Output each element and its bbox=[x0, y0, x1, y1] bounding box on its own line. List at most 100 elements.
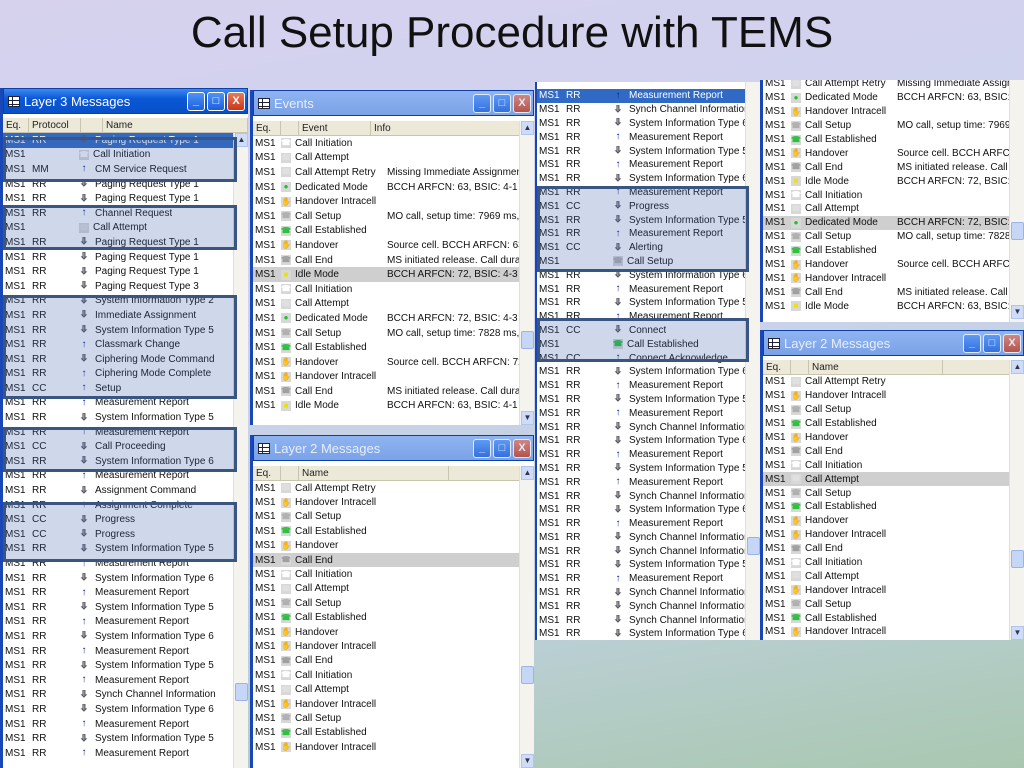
table-row[interactable]: MS1 RR ⇩ System Information Type 6 bbox=[3, 454, 248, 469]
table-row[interactable]: MS1 ☎ Call End MS initiated release. Call d… bbox=[763, 160, 1024, 174]
table-row[interactable]: MS1 RR ⇩ System Information Type 5 bbox=[537, 558, 760, 572]
table-row[interactable]: MS1 RR ↑ Measurement Report bbox=[537, 130, 760, 144]
table-row[interactable]: MS1 RR ↑ Measurement Report bbox=[3, 717, 248, 732]
table-row[interactable]: MS1 ☎ Call Attempt bbox=[763, 202, 1024, 216]
scroll-up-icon[interactable]: ▲ bbox=[235, 133, 248, 147]
scroll-up-icon[interactable]: ▲ bbox=[521, 466, 534, 480]
table-row[interactable]: MS1 ☎ Call Established bbox=[763, 611, 1024, 625]
table-row[interactable]: MS1 ☎ Call Attempt Retry bbox=[763, 375, 1024, 389]
table-row[interactable]: MS1 ☎ Call Initiation bbox=[763, 188, 1024, 202]
table-row[interactable]: MS1 ☎ Call Initiation bbox=[253, 136, 534, 151]
events-title-bar[interactable]: Events _ □ X bbox=[253, 90, 534, 116]
table-row[interactable]: MS1 RR ⇩ Synch Channel Information bbox=[3, 688, 248, 703]
table-row[interactable]: MS1 ✋ Handover bbox=[763, 514, 1024, 528]
table-row[interactable]: MS1 ☎ Call Established bbox=[537, 337, 760, 351]
header-event[interactable]: Event bbox=[299, 121, 371, 135]
table-row[interactable]: MS1 RR ⇩ Synch Channel Information bbox=[537, 531, 760, 545]
table-row[interactable]: MS1 ☎ Call Established bbox=[763, 133, 1024, 147]
header-eq[interactable]: Eq. bbox=[253, 466, 281, 480]
table-row[interactable]: MS1 ■ Idle Mode BCCH ARFCN: 63, BSIC: 4-1 bbox=[763, 299, 1024, 313]
table-row[interactable]: MS1 CC ⇩ Progress bbox=[3, 527, 248, 542]
table-row[interactable]: MS1 RR ↑ Measurement Report bbox=[3, 469, 248, 484]
table-row[interactable]: MS1 ■ Idle Mode BCCH ARFCN: 63, BSIC: 4-1 bbox=[253, 399, 534, 414]
table-row[interactable]: MS1 RR ↑ Measurement Report bbox=[537, 572, 760, 586]
table-row[interactable]: MS1 ☎ Call Established bbox=[763, 244, 1024, 258]
table-row[interactable]: MS1 ✋ Handover bbox=[253, 625, 534, 639]
table-row[interactable]: MS1 RR ⇩ Ciphering Mode Command bbox=[3, 352, 248, 367]
table-row[interactable]: MS1 RR ⇩ Paging Request Type 1 bbox=[3, 235, 248, 250]
table-row[interactable]: MS1 RR ↑ Classmark Change bbox=[3, 337, 248, 352]
table-row[interactable]: MS1 ☎ Call Attempt bbox=[3, 221, 248, 236]
table-row[interactable]: MS1 RR ⇩ Synch Channel Information bbox=[537, 420, 760, 434]
table-row[interactable]: MS1 ✋ Handover Intracell bbox=[253, 740, 534, 754]
maximize-button[interactable]: □ bbox=[207, 91, 225, 111]
table-row[interactable]: MS1 ☎ Call Attempt bbox=[253, 582, 534, 596]
table-row[interactable]: MS1 ☎ Call Attempt bbox=[763, 569, 1024, 583]
table-row[interactable]: MS1 ☎ Call Attempt Retry bbox=[253, 481, 534, 495]
table-row[interactable]: MS1 RR ↑ Measurement Report bbox=[537, 475, 760, 489]
table-row[interactable]: MS1 RR ⇩ Paging Request Type 1 bbox=[3, 133, 248, 148]
table-row[interactable]: MS1 ☎ Call Attempt bbox=[763, 472, 1024, 487]
header-eq[interactable]: Eq. bbox=[3, 118, 29, 132]
table-row[interactable]: MS1 RR ↑ Measurement Report bbox=[537, 310, 760, 324]
table-row[interactable]: MS1 ☎ Call Established bbox=[253, 224, 534, 239]
scroll-up-icon[interactable]: ▲ bbox=[521, 121, 534, 135]
table-row[interactable]: MS1 RR ⇩ System Information Type 2 bbox=[3, 294, 248, 309]
maximize-button[interactable]: □ bbox=[493, 93, 511, 113]
table-row[interactable]: MS1 ✋ Handover Intracell bbox=[253, 639, 534, 653]
table-row[interactable]: MS1 RR ⇩ System Information Type 5 bbox=[3, 542, 248, 557]
table-row[interactable]: MS1 ☎ Call Setup bbox=[537, 255, 760, 269]
header-name[interactable]: Name bbox=[103, 118, 248, 132]
header-eq[interactable]: Eq. bbox=[253, 121, 281, 135]
table-row[interactable]: MS1 RR ⇩ System Information Type 6 bbox=[3, 702, 248, 717]
table-row[interactable]: MS1 RR ↑ Measurement Report bbox=[3, 396, 248, 411]
table-row[interactable]: MS1 RR ⇩ System Information Type 6 bbox=[3, 629, 248, 644]
table-row[interactable]: MS1 ☎ Call Setup bbox=[763, 403, 1024, 417]
scrollbar[interactable]: ▼ bbox=[1009, 80, 1024, 322]
scroll-thumb[interactable] bbox=[1011, 222, 1024, 240]
table-row[interactable]: MS1 RR ⇩ System Information Type 6 bbox=[537, 172, 760, 186]
table-row[interactable]: MS1 RR ↑ Measurement Report bbox=[537, 406, 760, 420]
table-row[interactable]: MS1 ■ Idle Mode BCCH ARFCN: 72, BSIC: 4-3 bbox=[763, 174, 1024, 188]
table-row[interactable]: MS1 ✋ Handover Intracell bbox=[253, 495, 534, 509]
table-row[interactable]: MS1 RR ⇩ Synch Channel Information bbox=[537, 586, 760, 600]
table-row[interactable]: MS1 ☎ Call Setup MO call, setup time: 7969 … bbox=[253, 209, 534, 224]
table-row[interactable]: MS1 ☎ Call Setup bbox=[763, 597, 1024, 611]
table-row[interactable]: MS1 CC ⇩ Progress bbox=[3, 512, 248, 527]
table-row[interactable]: MS1 ☎ Call Initiation bbox=[253, 668, 534, 682]
table-row[interactable]: MS1 ☎ Call End MS initiated release. Call d… bbox=[763, 285, 1024, 299]
table-row[interactable]: MS1 ☎ Call Initiation bbox=[253, 282, 534, 297]
scroll-thumb[interactable] bbox=[521, 331, 534, 349]
scrollbar[interactable]: ▲ bbox=[233, 133, 248, 768]
table-row[interactable]: MS1 CC ↑ Setup bbox=[3, 381, 248, 396]
table-row[interactable]: MS1 RR ⇩ Synch Channel Information bbox=[537, 599, 760, 613]
scrollbar[interactable]: ▲ ▼ bbox=[1009, 360, 1024, 640]
scrollbar[interactable] bbox=[745, 82, 760, 640]
minimize-button[interactable]: _ bbox=[187, 91, 205, 111]
table-row[interactable]: MS1 RR ⇩ System Information Type 6 bbox=[537, 365, 760, 379]
table-row[interactable]: MS1 ✋ Handover Intracell bbox=[763, 583, 1024, 597]
table-row[interactable]: MS1 RR ⇩ Synch Channel Information bbox=[537, 544, 760, 558]
table-row[interactable]: MS1 RR ⇩ System Information Type 6 bbox=[537, 503, 760, 517]
table-row[interactable]: MS1 ● Dedicated Mode BCCH ARFCN: 63, BSIC: … bbox=[253, 180, 534, 195]
table-row[interactable]: MS1 ✋ Handover Source cell. BCCH ARFCN: 63.… bbox=[763, 146, 1024, 160]
table-row[interactable]: MS1 RR ⇩ System Information Type 5 bbox=[3, 410, 248, 425]
table-row[interactable]: MS1 ☎ Call Initiation bbox=[3, 148, 248, 163]
table-row[interactable]: MS1 ☎ Call Attempt bbox=[253, 682, 534, 696]
table-row[interactable]: MS1 MM ↑ CM Service Request bbox=[3, 162, 248, 177]
table-row[interactable]: MS1 RR ⇩ Paging Request Type 1 bbox=[3, 250, 248, 265]
table-row[interactable]: MS1 RR ↑ Measurement Report bbox=[3, 425, 248, 440]
table-row[interactable]: MS1 ☎ Call End bbox=[253, 552, 534, 568]
layer2-title-bar[interactable]: Layer 2 Messages _ □ X bbox=[763, 330, 1024, 356]
table-row[interactable]: MS1 ✋ Handover Intracell bbox=[763, 389, 1024, 403]
table-row[interactable]: MS1 RR ↑ Measurement Report bbox=[3, 615, 248, 630]
table-row[interactable]: MS1 ☎ Call End MS initiated release. Call d… bbox=[253, 384, 534, 399]
table-row[interactable]: MS1 ✋ Handover Intracell bbox=[253, 194, 534, 209]
table-row[interactable]: MS1 ☎ Call Setup bbox=[763, 486, 1024, 500]
table-row[interactable]: MS1 RR ↑ Ciphering Mode Complete bbox=[3, 367, 248, 382]
scrollbar[interactable]: ▲ ▼ bbox=[519, 466, 534, 768]
table-row[interactable]: MS1 RR ↑ Measurement Report bbox=[3, 673, 248, 688]
scroll-thumb[interactable] bbox=[1011, 550, 1024, 568]
table-row[interactable]: MS1 ☎ Call Established bbox=[253, 524, 534, 538]
table-row[interactable]: MS1 RR ⇩ System Information Type 6 bbox=[537, 434, 760, 448]
